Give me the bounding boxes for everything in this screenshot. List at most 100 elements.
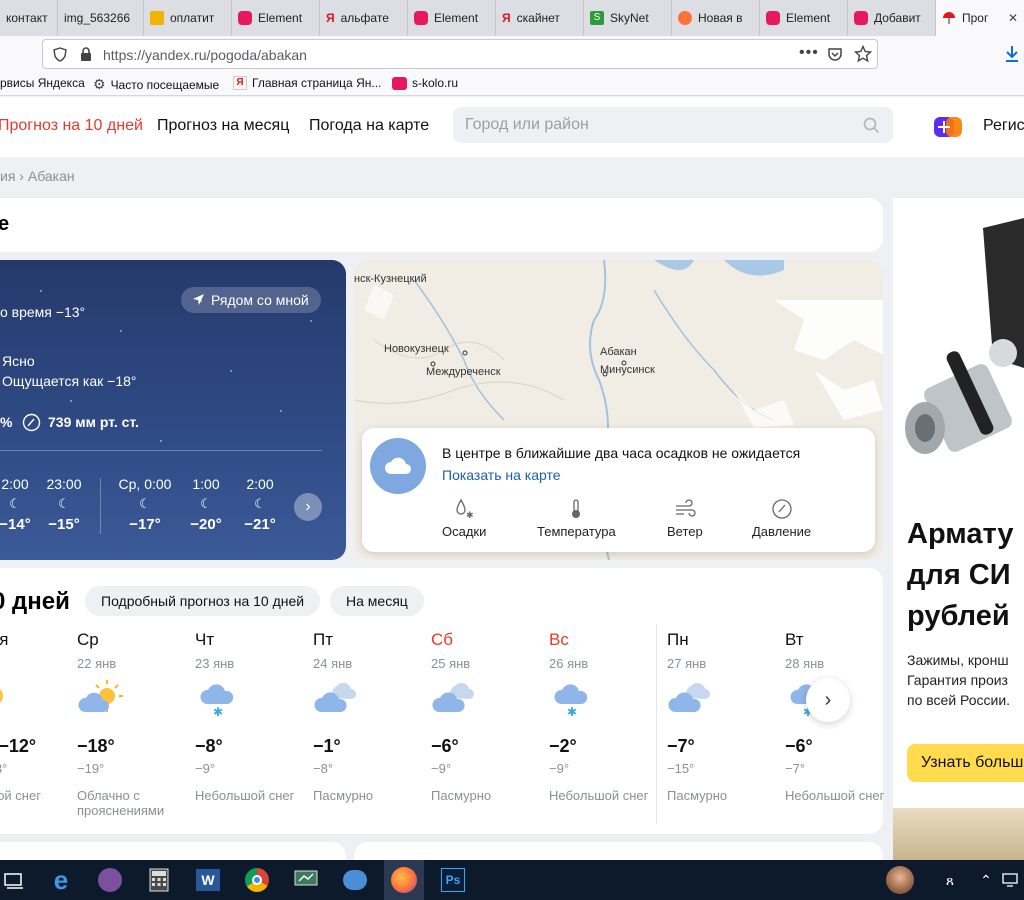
- photoshop-icon[interactable]: Ps: [439, 866, 467, 894]
- browser-tab[interactable]: Яскайнет: [496, 0, 584, 36]
- day-date: 27 янв: [667, 656, 707, 671]
- day-temp-high: м −12°: [0, 736, 37, 756]
- precipitation-map[interactable]: нск-Кузнецкий Новокузнецк Междуреченск А…: [354, 260, 883, 560]
- sun-icon: [0, 678, 28, 718]
- forecast-day[interactable]: Ср 22 янв −18° −19° Облачно с прояснениями: [77, 630, 187, 818]
- people-icon[interactable]: ጸ: [936, 866, 964, 894]
- task-view-icon[interactable]: [0, 866, 28, 894]
- nav-10-days[interactable]: Прогноз на 10 дней: [0, 117, 143, 135]
- register-link[interactable]: Регис: [983, 117, 1024, 135]
- edge-icon[interactable]: e: [47, 865, 75, 895]
- browser-tab[interactable]: Добавит: [848, 0, 936, 36]
- breadcrumb-separator: ›: [19, 168, 24, 184]
- mail-icon[interactable]: [341, 866, 369, 894]
- day-name: Пн: [667, 630, 689, 649]
- forecast-day[interactable]: Пт 24 янв −1° −8° Пасмурно: [313, 630, 423, 803]
- breadcrumb-prev[interactable]: ия: [0, 168, 15, 184]
- network-icon[interactable]: [996, 866, 1024, 894]
- ad-text: Зажимы, кронш Гарантия произ по всей Рос…: [907, 650, 1010, 710]
- browser-tab[interactable]: оплатит: [144, 0, 232, 36]
- gear-icon: ⚙: [93, 76, 106, 92]
- viber-icon[interactable]: [96, 866, 124, 894]
- feels-like: Ощущается как −18°: [2, 373, 137, 389]
- ad-text-line: Гарантия произ: [907, 672, 1008, 688]
- browser-tab[interactable]: контакт: [0, 0, 58, 36]
- browser-tab[interactable]: img_563266: [58, 0, 144, 36]
- word-icon[interactable]: W: [194, 866, 222, 894]
- image-icon: [150, 11, 164, 25]
- forecast-next-button[interactable]: ›: [806, 678, 850, 722]
- ad-banner[interactable]: Армату для СИ рублей Зажимы, кронш Гаран…: [893, 198, 1024, 808]
- bookmark-most-visited[interactable]: ⚙ Часто посещаемые: [93, 76, 219, 93]
- chrome-icon[interactable]: [243, 866, 271, 894]
- day-date: 26 янв: [549, 656, 589, 671]
- address-bar[interactable]: https://yandex.ru/pogoda/abakan •••: [42, 39, 878, 69]
- breadcrumb-current: Абакан: [27, 168, 75, 184]
- browser-tab[interactable]: Element: [232, 0, 320, 36]
- bookmark-yandex-home[interactable]: Я Главная страница Ян...: [233, 76, 381, 90]
- detailed-forecast-button[interactable]: Подробный прогноз на 10 дней: [85, 586, 321, 616]
- download-icon[interactable]: [1004, 45, 1020, 63]
- day-condition: Небольшой снег: [785, 788, 885, 803]
- user-avatar[interactable]: [886, 866, 914, 894]
- browser-tab-active[interactable]: Прог ✕: [936, 0, 1024, 36]
- forecast-day[interactable]: Сб 25 янв −6° −9° Пасмурно: [431, 630, 541, 803]
- day-name: Вт: [785, 630, 804, 649]
- firefox-taskbar-icon[interactable]: [384, 860, 424, 900]
- browser-tab[interactable]: Element: [760, 0, 848, 36]
- forecast-day[interactable]: Вт 28 янв ✱ −6° −7° Небольшой снег: [785, 630, 895, 803]
- tab-label: контакт: [6, 11, 48, 25]
- browser-navbar: https://yandex.ru/pogoda/abakan •••: [0, 36, 1024, 72]
- browser-tab[interactable]: Новая в: [672, 0, 760, 36]
- forecast-day[interactable]: Пн 27 янв −7° −15° Пасмурно: [667, 630, 777, 803]
- breadcrumb: ия › Абакан: [0, 168, 75, 184]
- url-text[interactable]: https://yandex.ru/pogoda/abakan: [103, 47, 307, 63]
- yandex-plus-icon[interactable]: [934, 117, 962, 137]
- hours-next-button[interactable]: ›: [294, 493, 322, 521]
- yesterday-temp: о время −13°: [0, 304, 86, 320]
- bookmark-s-kolo[interactable]: s-kolo.ru: [392, 76, 458, 90]
- hour-time: 23:00: [46, 476, 82, 492]
- day-name: Вс: [549, 630, 569, 649]
- more-actions-icon[interactable]: •••: [799, 44, 819, 62]
- forecast-day[interactable]: Чт 23 янв ✱ −8° −9° Небольшой снег: [195, 630, 305, 803]
- month-forecast-button[interactable]: На месяц: [330, 586, 424, 616]
- shield-icon[interactable]: [53, 47, 67, 62]
- day-condition: Небольшой снег: [549, 788, 649, 803]
- browser-tab-strip: контакт img_563266 оплатит Element Яальф…: [0, 0, 1024, 36]
- star-bookmark-icon[interactable]: [854, 45, 872, 63]
- city-search-input[interactable]: [465, 107, 855, 143]
- moon-icon: ☾: [58, 496, 70, 511]
- forecast-day[interactable]: Вс 26 янв ✱ −2° −9° Небольшой снег: [549, 630, 659, 803]
- nav-map[interactable]: Погода на карте: [309, 117, 429, 135]
- layer-precipitation[interactable]: ✱ Осадки: [442, 498, 486, 539]
- layer-temperature[interactable]: Температура: [537, 498, 616, 539]
- near-me-button[interactable]: Рядом со мной: [181, 287, 321, 313]
- browser-tab[interactable]: Яальфате: [320, 0, 408, 36]
- elementor-icon: [414, 11, 428, 25]
- browser-tab[interactable]: Element: [408, 0, 496, 36]
- forecast-title: 0 дней: [0, 588, 70, 615]
- pocket-icon[interactable]: [827, 46, 843, 62]
- day-temp-low: −15°: [667, 761, 695, 776]
- nav-month[interactable]: Прогноз на месяц: [157, 117, 289, 135]
- lock-icon[interactable]: [80, 47, 92, 62]
- browser-tab[interactable]: S SkyNet: [584, 0, 672, 36]
- ad-text-line: Зажимы, кронш: [907, 652, 1009, 668]
- bookmark-yandex-services[interactable]: рвисы Яндекса: [0, 76, 85, 90]
- layer-wind[interactable]: Ветер: [667, 498, 703, 539]
- site-header: Прогноз на 10 дней Прогноз на месяц Пого…: [0, 97, 1024, 157]
- page-title: е: [0, 213, 10, 235]
- layer-pressure[interactable]: Давление: [752, 498, 811, 539]
- hour-temp: −15°: [48, 516, 80, 533]
- tab-label: img_563266: [64, 11, 131, 25]
- close-tab-icon[interactable]: ✕: [1008, 11, 1018, 25]
- hour-temp: −17°: [129, 516, 161, 533]
- day-temp-high: −1°: [313, 736, 341, 756]
- layer-label: Температура: [537, 524, 616, 539]
- calculator-icon[interactable]: [145, 866, 173, 894]
- show-on-map-link[interactable]: Показать на карте: [442, 467, 561, 483]
- ad-cta-button[interactable]: Узнать больш: [907, 744, 1024, 782]
- presentation-icon[interactable]: [292, 866, 320, 894]
- search-icon[interactable]: [863, 117, 880, 134]
